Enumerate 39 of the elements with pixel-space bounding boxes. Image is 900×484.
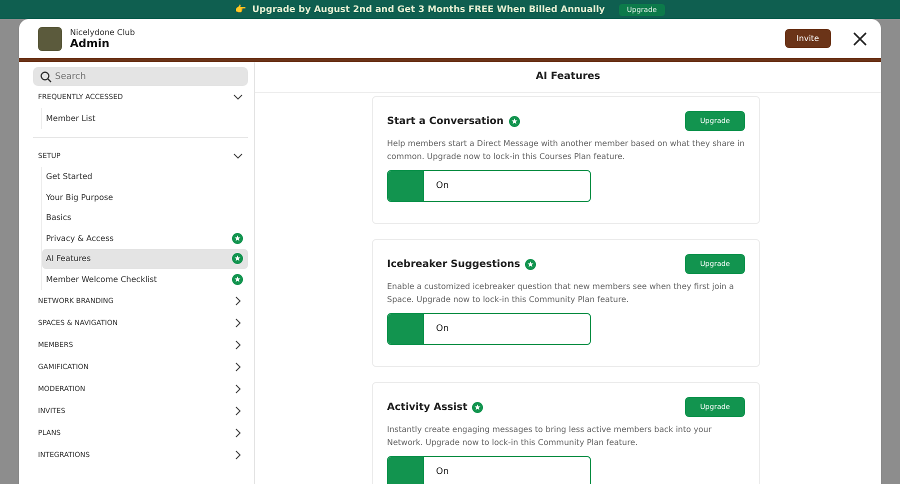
sidebar-item[interactable]: Get Started — [42, 166, 248, 187]
feature-description: Help members start a Direct Message with another member based on what they share in common. Upgrade now to lock-in this Courses Plan feature. — [387, 138, 745, 163]
sidebar-item[interactable]: Member Welcome Checklist — [42, 269, 248, 290]
community-name: Nicelydone Club — [70, 28, 136, 36]
invite-button[interactable]: Invite — [784, 29, 831, 48]
search-field[interactable]: Search — [33, 67, 248, 86]
chevron-right-icon — [233, 318, 243, 328]
chevron-right-icon — [233, 340, 243, 350]
star-badge-icon — [472, 402, 484, 412]
sidebar-item[interactable]: Basics — [42, 208, 248, 228]
feature-description: Instantly create engaging messages to bring less active members back into your Network. Upgrade now to lock-in this Community Plan feature. — [387, 424, 713, 449]
search-icon — [40, 71, 52, 83]
toggle-switch[interactable]: On — [387, 170, 591, 202]
sidebar-item[interactable]: AI Features — [42, 248, 248, 269]
chevron-right-icon — [233, 428, 243, 438]
chevron-down-icon — [233, 92, 243, 102]
sidebar-item[interactable]: Member List — [42, 108, 248, 128]
sidebar-item[interactable]: Your Big Purpose — [42, 187, 248, 208]
chevron-right-icon — [233, 450, 243, 460]
banner-text: Upgrade by August 2nd and Get 3 Months FREE When Billed Annually — [252, 4, 605, 14]
chevron-right-icon — [233, 384, 243, 394]
toggle-switch[interactable]: On — [387, 456, 591, 484]
chevron-right-icon — [233, 362, 243, 372]
toggle-switch[interactable]: On — [387, 313, 591, 345]
star-badge-icon — [525, 258, 536, 270]
chevron-down-icon — [233, 150, 243, 160]
modal-title: Admin — [70, 36, 110, 50]
sidebar-item[interactable]: Privacy & Access — [42, 228, 248, 248]
close-icon[interactable] — [851, 30, 869, 48]
feature-title: Icebreaker Suggestions — [387, 258, 520, 270]
feature-description: Enable a customized icebreaker question that new members see when they first join a Space. Upgrade now to lock-in this Community Plan feature. — [387, 281, 735, 306]
feature-title: Start a Conversation — [387, 116, 504, 126]
star-badge-icon — [508, 116, 520, 126]
community-logo — [38, 26, 62, 50]
chevron-right-icon — [233, 406, 243, 416]
page-title: AI Features — [255, 62, 881, 93]
feature-title: Activity Assist — [387, 402, 468, 412]
chevron-right-icon — [233, 296, 243, 306]
pointing-hand-icon: 👉 — [235, 4, 246, 15]
